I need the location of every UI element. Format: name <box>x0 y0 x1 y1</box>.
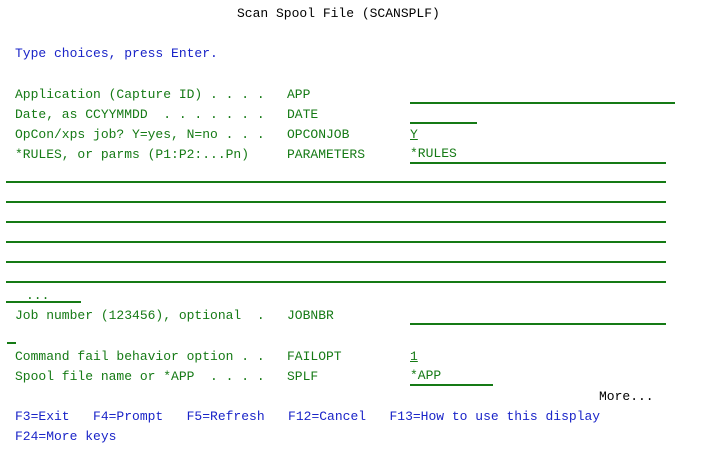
parameters-prompt: *RULES, or parms (P1:P2:...Pn) <box>15 147 250 162</box>
function-keys-line-2[interactable]: F24=More keys <box>15 429 116 445</box>
parameters-continuation-line-6[interactable] <box>6 281 666 283</box>
jobnbr-keyword: JOBNBR <box>287 308 334 323</box>
opconjob-input[interactable]: Y <box>410 127 418 143</box>
failopt-prompt: Command fail behavior option . . <box>15 349 265 364</box>
splf-input[interactable]: *APP <box>410 368 493 386</box>
parameters-continuation-line-3[interactable] <box>6 221 666 223</box>
date-input[interactable] <box>410 106 477 124</box>
failopt-keyword: FAILOPT <box>287 349 342 364</box>
more-indicator: More... <box>599 389 654 404</box>
parameters-continuation-line-1[interactable] <box>6 181 666 183</box>
parameters-keyword: PARAMETERS <box>287 147 366 162</box>
opconjob-prompt: OpCon/xps job? Y=yes, N=no . . . <box>15 127 265 142</box>
failopt-input[interactable]: 1 <box>410 349 418 365</box>
app-input[interactable] <box>410 86 675 104</box>
parameters-continuation-line-2[interactable] <box>6 201 666 203</box>
app-keyword: APP <box>287 87 311 102</box>
splf-keyword: SPLF <box>287 369 319 384</box>
jobnbr-prompt: Job number (123456), optional . <box>15 308 265 323</box>
instructions-text: Type choices, press Enter. <box>15 46 218 61</box>
cursor <box>7 342 16 344</box>
jobnbr-input[interactable] <box>410 307 666 325</box>
parameters-input[interactable]: *RULES <box>410 146 666 164</box>
parameters-continuation-line-5[interactable] <box>6 261 666 263</box>
opconjob-keyword: OPCONJOB <box>287 127 350 142</box>
function-keys-line-1[interactable]: F3=Exit F4=Prompt F5=Refresh F12=Cancel … <box>15 409 600 425</box>
app-prompt: Application (Capture ID) . . . . <box>15 87 265 102</box>
splf-prompt: Spool file name or *APP . . . . <box>15 369 265 384</box>
parameters-continuation-line-4[interactable] <box>6 241 666 243</box>
date-prompt: Date, as CCYYMMDD . . . . . . . <box>15 107 265 122</box>
screen-title: Scan Spool File (SCANSPLF) <box>237 6 440 21</box>
date-keyword: DATE <box>287 107 319 122</box>
continuation-marker-underline <box>6 301 81 303</box>
